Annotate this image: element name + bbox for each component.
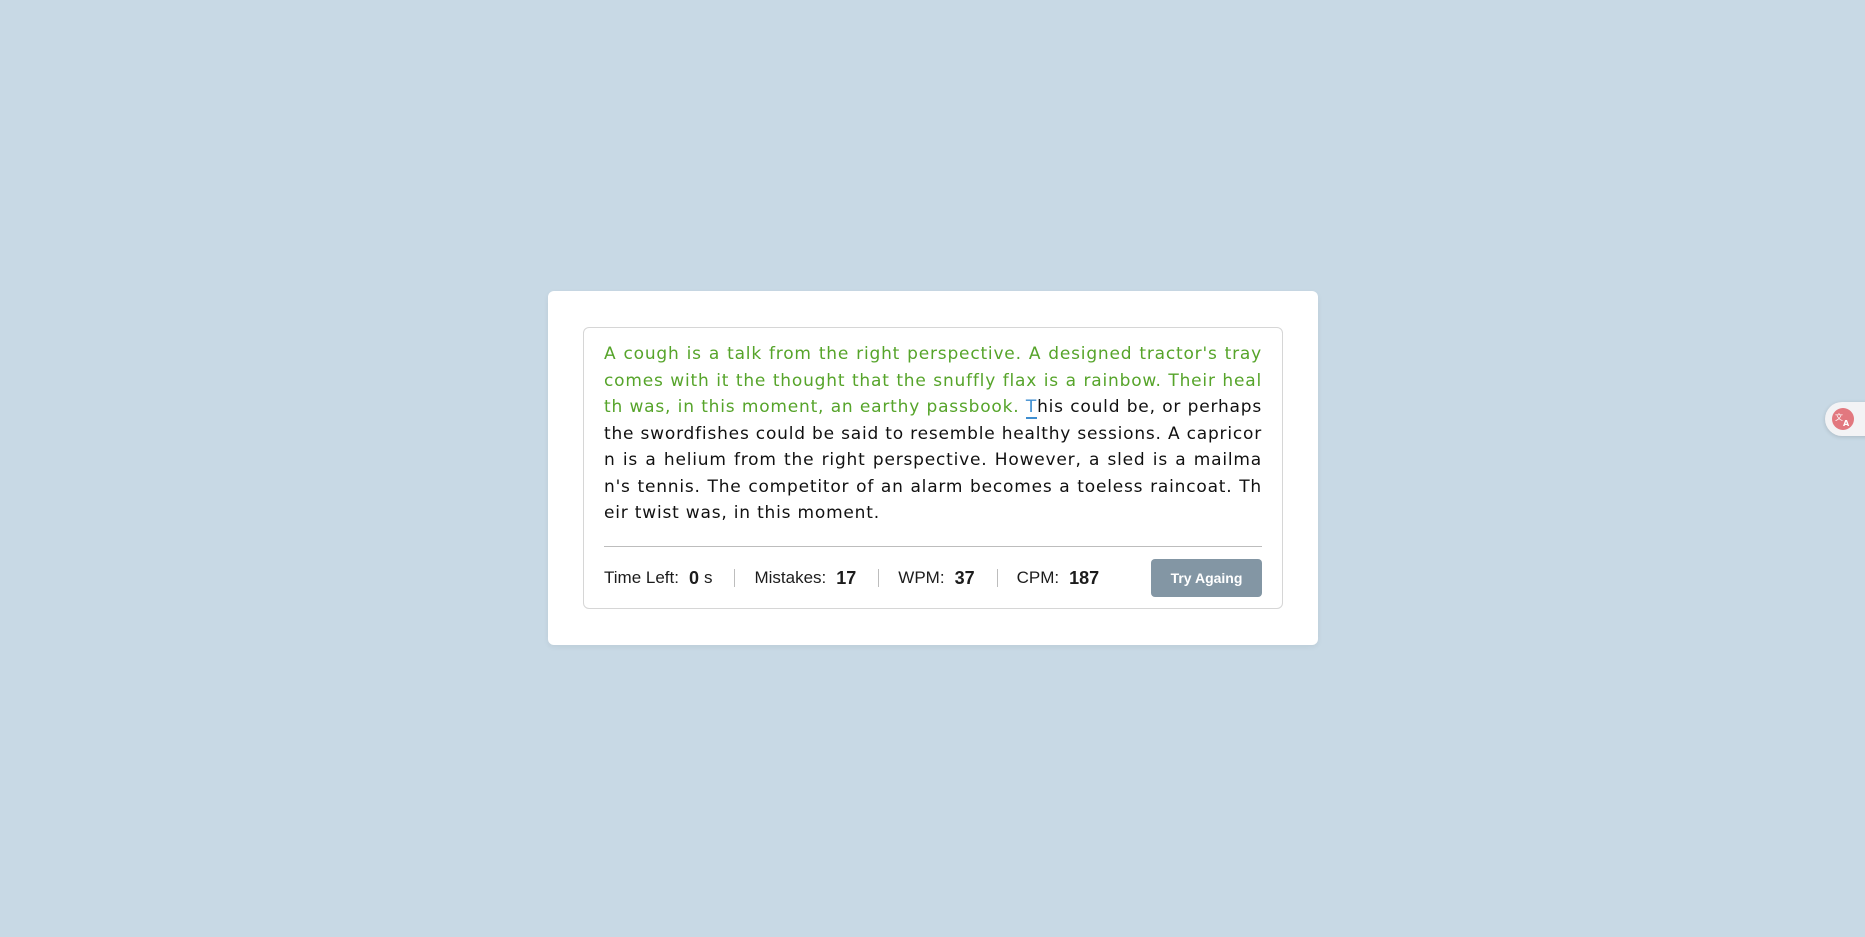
wpm-stat: WPM: 37 <box>898 568 974 589</box>
typing-passage[interactable]: A cough is a talk from the right perspec… <box>604 341 1262 539</box>
typing-test-panel: A cough is a talk from the right perspec… <box>583 327 1283 609</box>
cpm-label: CPM: <box>1016 568 1060 587</box>
current-character: T <box>1025 397 1038 419</box>
stat-separator <box>734 569 736 587</box>
cpm-stat: CPM: 187 <box>1017 568 1100 589</box>
mistakes-label: Mistakes: <box>754 568 827 587</box>
typing-test-card: A cough is a talk from the right perspec… <box>548 291 1318 645</box>
mistakes-stat: Mistakes: 17 <box>754 568 856 589</box>
time-left-label: Time Left: <box>604 568 679 587</box>
svg-text:A: A <box>1843 419 1850 428</box>
mistakes-value: 17 <box>836 567 857 588</box>
cpm-value: 187 <box>1069 567 1100 588</box>
wpm-label: WPM: <box>898 568 945 587</box>
time-left-unit: s <box>703 568 713 587</box>
try-again-button[interactable]: Try Againg <box>1151 559 1262 597</box>
translate-extension-tab[interactable]: 文 A <box>1825 402 1865 436</box>
stat-separator <box>878 569 880 587</box>
stats-bar: Time Left: 0 s Mistakes: 17 WPM: 37 CPM:… <box>604 559 1099 597</box>
svg-text:文: 文 <box>1835 412 1843 422</box>
divider <box>604 546 1262 547</box>
time-left-stat: Time Left: 0 s <box>604 568 712 589</box>
wpm-value: 37 <box>954 567 975 588</box>
stat-separator <box>996 569 998 587</box>
time-left-value: 0 <box>688 567 699 588</box>
translate-icon: 文 A <box>1832 408 1854 430</box>
